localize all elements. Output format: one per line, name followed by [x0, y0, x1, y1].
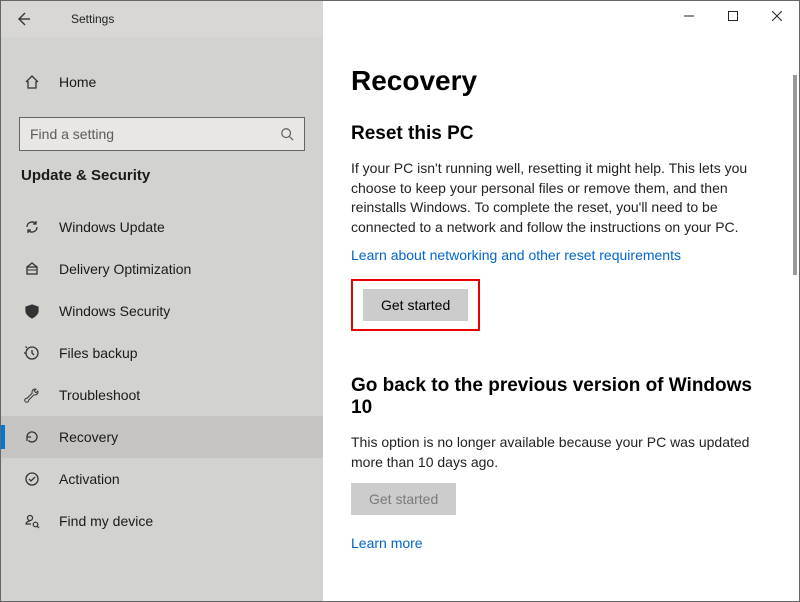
- sidebar-item-find-my-device[interactable]: Find my device: [1, 500, 323, 542]
- search-icon: [280, 127, 294, 141]
- sidebar-item-label: Activation: [59, 471, 120, 487]
- sidebar-item-activation[interactable]: Activation: [1, 458, 323, 500]
- sidebar-item-windows-update[interactable]: Windows Update: [1, 206, 323, 248]
- back-button[interactable]: [1, 11, 45, 27]
- sidebar-item-label: Find my device: [59, 513, 153, 529]
- reset-body: If your PC isn't running well, resetting…: [351, 159, 771, 237]
- home-icon: [21, 74, 43, 90]
- sidebar-item-label: Delivery Optimization: [59, 261, 191, 277]
- sidebar-item-label: Home: [59, 74, 96, 90]
- highlight-box: Get started: [351, 279, 480, 331]
- minimize-icon: [684, 11, 694, 21]
- search-input[interactable]: Find a setting: [19, 117, 305, 151]
- maximize-icon: [728, 11, 738, 21]
- sidebar-item-delivery-optimization[interactable]: Delivery Optimization: [1, 248, 323, 290]
- backup-icon: [21, 345, 43, 361]
- reset-requirements-link[interactable]: Learn about networking and other reset r…: [351, 247, 681, 263]
- sidebar-item-recovery[interactable]: Recovery: [1, 416, 323, 458]
- maximize-button[interactable]: [711, 1, 755, 31]
- main-content: Recovery Reset this PC If your PC isn't …: [323, 37, 799, 601]
- minimize-button[interactable]: [667, 1, 711, 31]
- delivery-icon: [21, 261, 43, 277]
- goback-learn-more-link[interactable]: Learn more: [351, 535, 423, 551]
- scrollbar[interactable]: [793, 75, 797, 275]
- goback-heading: Go back to the previous version of Windo…: [351, 375, 771, 419]
- page-title: Recovery: [351, 65, 771, 97]
- sidebar-item-files-backup[interactable]: Files backup: [1, 332, 323, 374]
- search-placeholder: Find a setting: [30, 126, 114, 142]
- sidebar-item-label: Troubleshoot: [59, 387, 140, 403]
- goback-get-started-button: Get started: [351, 483, 456, 515]
- sidebar: Home Find a setting Update & Security Wi…: [1, 37, 323, 601]
- arrow-left-icon: [15, 11, 31, 27]
- sidebar-item-label: Windows Security: [59, 303, 170, 319]
- shield-icon: [21, 303, 43, 319]
- sidebar-item-troubleshoot[interactable]: Troubleshoot: [1, 374, 323, 416]
- sidebar-section-heading: Update & Security: [1, 167, 323, 184]
- activation-icon: [21, 471, 43, 487]
- sidebar-item-windows-security[interactable]: Windows Security: [1, 290, 323, 332]
- sidebar-item-label: Windows Update: [59, 219, 165, 235]
- goback-body: This option is no longer available becau…: [351, 433, 771, 472]
- sidebar-item-home[interactable]: Home: [1, 61, 323, 103]
- reset-heading: Reset this PC: [351, 123, 771, 145]
- close-button[interactable]: [755, 1, 799, 31]
- close-icon: [772, 11, 782, 21]
- sidebar-item-label: Recovery: [59, 429, 118, 445]
- recovery-icon: [21, 429, 43, 445]
- troubleshoot-icon: [21, 387, 43, 403]
- window-title: Settings: [71, 12, 114, 26]
- findmydevice-icon: [21, 513, 43, 529]
- reset-get-started-button[interactable]: Get started: [363, 289, 468, 321]
- sync-icon: [21, 219, 43, 235]
- sidebar-item-label: Files backup: [59, 345, 138, 361]
